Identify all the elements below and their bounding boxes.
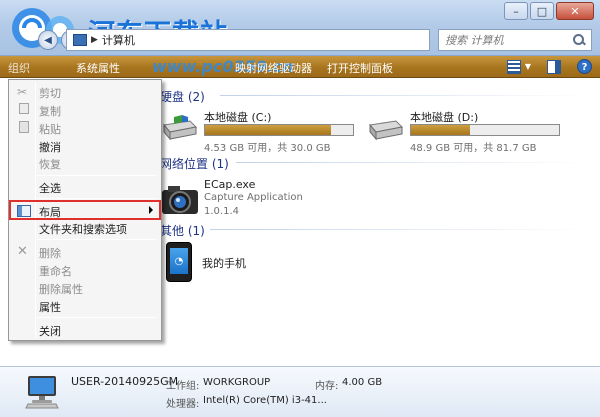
drive-c[interactable]: 本地磁盘 (C:) 4.53 GB 可用，共 30.0 GB [160, 109, 365, 154]
map-network-drive-button[interactable]: 映射网络驱动器 [235, 60, 312, 76]
drive-d[interactable]: 本地磁盘 (D:) 48.9 GB 可用，共 81.7 GB [366, 109, 571, 154]
drive-space-info: 48.9 GB 可用，共 81.7 GB [410, 143, 537, 154]
menu-item-remove-properties[interactable]: 删除属性 [11, 278, 159, 298]
app-version: 1.0.1.4 [204, 206, 239, 217]
close-button[interactable]: ✕ [556, 2, 594, 20]
phone-icon: ◔ [166, 242, 192, 282]
organize-menu: ✂ 剪切 复制 粘贴 撤消 恢复 全选 布局 文件夹和搜索选项 ✕ 删除 重命名… [8, 79, 162, 341]
menu-item-label: 关闭 [39, 325, 61, 338]
drive-space-info: 4.53 GB 可用，共 30.0 GB [204, 143, 331, 154]
menu-item-cut[interactable]: ✂ 剪切 [11, 82, 159, 102]
group-header-other[interactable]: 其他 (1) [160, 222, 205, 239]
ecap-item[interactable]: ECap.exe Capture Application 1.0.1.4 [160, 178, 360, 224]
address-bar[interactable]: ▶ 计算机 [66, 29, 430, 51]
app-description: Capture Application [204, 192, 303, 203]
memory-label: 内存: [315, 381, 339, 392]
menu-item-select-all[interactable]: 全选 [11, 177, 159, 197]
maximize-button[interactable]: □ [530, 2, 554, 20]
title-bar: 河东下载站 – □ ✕ ◀ ▶ ▶ 计算机 搜索 计算机 [0, 0, 600, 56]
menu-item-label: 全选 [39, 182, 61, 195]
memory-value: 4.00 GB [342, 377, 383, 388]
system-properties-button[interactable]: 系统属性 [76, 60, 120, 76]
drive-name: 本地磁盘 (D:) [410, 111, 479, 124]
preview-pane-icon[interactable] [547, 59, 561, 74]
back-button[interactable]: ◀ [38, 30, 58, 50]
menu-item-label: 恢复 [39, 158, 61, 171]
menu-item-folder-options[interactable]: 文件夹和搜索选项 [11, 218, 159, 238]
menu-separator [37, 239, 157, 240]
app-name: ECap.exe [204, 178, 256, 191]
menu-separator [37, 317, 157, 318]
group-divider [210, 229, 590, 230]
control-panel-button[interactable]: 打开控制面板 [327, 60, 393, 76]
drive-usage-bar [204, 124, 354, 136]
menu-item-label: 剪切 [39, 87, 61, 100]
workgroup-label: 工作组: [166, 381, 200, 392]
workgroup-value: WORKGROUP [203, 377, 271, 388]
delete-x-icon: ✕ [17, 244, 28, 259]
drive-usage-fill [411, 125, 471, 135]
search-box[interactable]: 搜索 计算机 [438, 29, 592, 51]
drive-name: 本地磁盘 (C:) [204, 111, 272, 124]
menu-item-label: 属性 [39, 301, 61, 314]
menu-item-label: 重命名 [39, 265, 72, 278]
menu-item-label: 删除 [39, 247, 61, 260]
menu-item-close[interactable]: 关闭 [11, 320, 159, 340]
search-input[interactable]: 搜索 计算机 [445, 32, 504, 48]
menu-item-label: 删除属性 [39, 283, 83, 296]
menu-item-paste[interactable]: 粘贴 [11, 118, 159, 138]
menu-item-label: 文件夹和搜索选项 [39, 223, 127, 236]
minimize-button[interactable]: – [504, 2, 528, 20]
drive-usage-fill [205, 125, 331, 135]
red-highlight-box [9, 200, 161, 220]
menu-item-properties[interactable]: 属性 [11, 296, 159, 316]
hard-drive-icon [369, 120, 404, 141]
processor-value: Intel(R) Core(TM) i3-41... [203, 395, 327, 406]
menu-separator [37, 198, 157, 199]
menu-item-label: 粘贴 [39, 123, 61, 136]
phone-label: 我的手机 [202, 257, 246, 270]
toolbar-icons: ▼ ? [506, 59, 592, 74]
menu-item-delete[interactable]: ✕ 删除 [11, 242, 159, 262]
view-dropdown-icon[interactable]: ▼ [525, 62, 531, 71]
change-view-icon[interactable] [506, 59, 521, 74]
organize-button[interactable]: 组织 [8, 60, 30, 76]
menu-separator [37, 175, 157, 176]
group-header-hard-drives[interactable]: 硬盘 (2) [160, 88, 205, 105]
window-controls: – □ ✕ [504, 2, 594, 20]
scissors-icon: ✂ [17, 85, 28, 99]
computer-name: USER-20140925GM [71, 375, 179, 388]
hard-drive-icon [163, 115, 198, 141]
clipboard-icon [19, 121, 29, 133]
breadcrumb-separator-icon[interactable]: ▶ [91, 35, 98, 45]
computer-icon [25, 376, 59, 409]
details-pane: USER-20140925GM 工作组: WORKGROUP 内存: 4.00 … [0, 366, 600, 417]
menu-item-redo[interactable]: 恢复 [11, 153, 159, 173]
computer-small-icon [73, 34, 87, 46]
drive-usage-bar [410, 124, 560, 136]
help-icon[interactable]: ? [577, 59, 592, 74]
search-icon[interactable] [573, 34, 585, 46]
menu-item-copy[interactable]: 复制 [11, 100, 159, 120]
menu-item-rename[interactable]: 重命名 [11, 260, 159, 280]
processor-label: 处理器: [166, 399, 200, 410]
group-divider [220, 95, 590, 96]
command-bar: 组织 系统属性 www.pc0359.cn 映射网络驱动器 打开控制面板 ▼ ? [0, 56, 600, 78]
copy-icon [19, 103, 29, 114]
breadcrumb-computer[interactable]: 计算机 [102, 32, 135, 48]
camera-icon [162, 186, 198, 214]
menu-item-label: 复制 [39, 105, 61, 118]
group-header-network[interactable]: 网络位置 (1) [160, 155, 229, 172]
my-phone-item[interactable]: ◔ 我的手机 [166, 242, 286, 282]
group-divider [236, 162, 590, 163]
